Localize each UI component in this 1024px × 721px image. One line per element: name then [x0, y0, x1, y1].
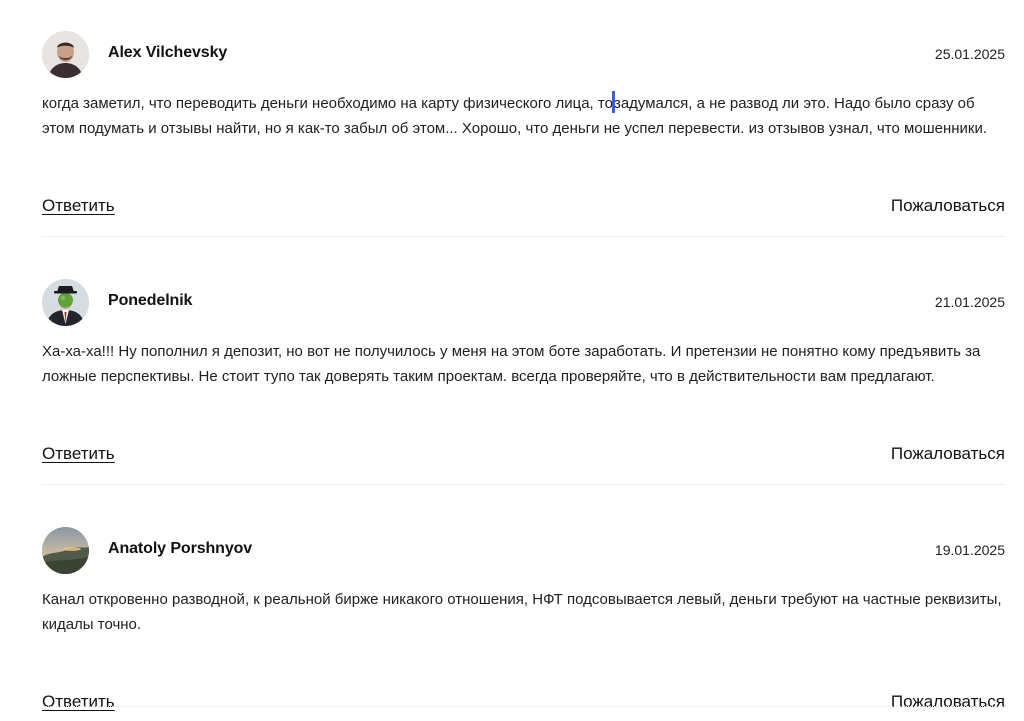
comments-list: Alex Vilchevsky 25.01.2025 когда заметил… — [42, 0, 1005, 721]
report-link[interactable]: Пожаловаться — [891, 444, 1005, 464]
comment-author: Anatoly Porshnyov — [108, 540, 253, 557]
divider — [42, 484, 1005, 485]
comment-text: Канал откровенно разводной, к реальной б… — [42, 591, 1002, 633]
avatar[interactable] — [42, 279, 89, 326]
avatar[interactable] — [42, 31, 89, 78]
divider — [42, 706, 1005, 707]
comment-header: Alex Vilchevsky 25.01.2025 — [42, 31, 1005, 79]
comment-item: Anatoly Porshnyov 19.01.2025 Канал откро… — [42, 496, 1005, 721]
comment-author: Alex Vilchevsky — [108, 44, 228, 61]
comment-author: Ponedelnik — [108, 292, 193, 309]
comment-date: 25.01.2025 — [934, 46, 1005, 62]
comment-header: Anatoly Porshnyov 19.01.2025 — [42, 527, 1005, 575]
user-photo-icon — [42, 279, 89, 326]
comment-header: Ponedelnik 21.01.2025 — [42, 279, 1005, 327]
report-link[interactable]: Пожаловаться — [891, 692, 1005, 712]
reply-link[interactable]: Ответить — [42, 692, 115, 712]
comment-actions: Ответить Пожаловаться — [42, 444, 1005, 470]
comment-actions: Ответить Пожаловаться — [42, 196, 1005, 222]
report-link[interactable]: Пожаловаться — [891, 196, 1005, 216]
comment-item: Ponedelnik 21.01.2025 Ха-ха-ха!!! Ну поп… — [42, 248, 1005, 496]
user-photo-icon — [42, 31, 89, 78]
avatar[interactable] — [42, 527, 89, 574]
user-photo-icon — [42, 527, 89, 574]
divider — [42, 236, 1005, 237]
comment-text-part: когда заметил, что переводить деньги нео… — [42, 95, 613, 112]
comment-item: Alex Vilchevsky 25.01.2025 когда заметил… — [42, 0, 1005, 248]
comment-text: когда заметил, что переводить деньги нео… — [42, 91, 1008, 141]
comment-date: 21.01.2025 — [934, 294, 1005, 310]
comment-actions: Ответить Пожаловаться — [42, 692, 1005, 718]
comment-date: 19.01.2025 — [934, 542, 1005, 558]
comment-text: Ха-ха-ха!!! Ну пополнил я депозит, но во… — [42, 343, 981, 385]
reply-link[interactable]: Ответить — [42, 444, 115, 464]
reply-link[interactable]: Ответить — [42, 196, 115, 216]
